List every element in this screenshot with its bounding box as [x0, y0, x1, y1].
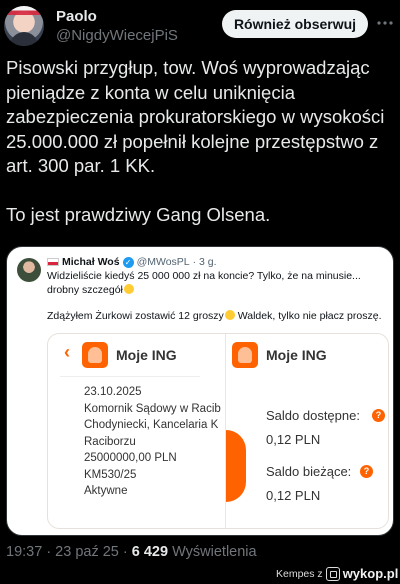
watermark-prefix: Kempes z	[276, 567, 323, 580]
tweet-header: Paolo @NigdyWiecejPiS Również obserwuj	[0, 0, 400, 48]
face-with-hand-emoji-icon	[224, 310, 235, 320]
bank-screenshot-left-panel: ‹ Moje ING 23.10.2025 Komornik Sądowy w …	[48, 334, 226, 528]
quoted-tweet-card[interactable]: Michał Woś ✓ @MWosPL · 3 g. Widzieliście…	[6, 246, 394, 536]
quoted-author-avatar[interactable]	[17, 258, 41, 282]
tweet-paragraph: Pisowski przygłup, tow. Woś wyprowadzają…	[6, 57, 385, 176]
current-balance-value: 0,12 PLN	[266, 488, 321, 503]
available-balance-label: Saldo dostępne:	[266, 408, 360, 423]
quoted-text-line: Widzieliście kiedyś 25 000 000 zł na kon…	[47, 270, 361, 296]
detail-line: Raciborzu	[84, 435, 136, 448]
views-count: 6 429	[131, 544, 169, 560]
verified-badge-icon: ✓	[122, 256, 134, 268]
author-name[interactable]: Paolo	[56, 8, 97, 25]
quoted-text-line: Zdążyłem Żurkowi zostawić 12 groszy	[47, 310, 224, 322]
detail-line: Komornik Sądowy w Racib	[84, 402, 221, 415]
tweet-paragraph: To jest prawdziwy Gang Olsena.	[6, 203, 271, 225]
orange-decoration	[226, 430, 246, 502]
detail-line: KM530/25	[84, 468, 137, 481]
author-handle[interactable]: @NigdyWiecejPiS	[56, 27, 178, 44]
ing-lion-logo-icon	[232, 342, 258, 368]
follow-back-button[interactable]: Również obserwuj	[222, 10, 368, 38]
seizure-details: 23.10.2025 Komornik Sądowy w Racib Chody…	[84, 384, 224, 500]
quoted-text-line: Waldek, tylko nie płacz proszę.	[237, 310, 382, 322]
bank-screenshot-right-panel: Moje ING Saldo dostępne: ? 0,12 PLN Sald…	[226, 334, 388, 528]
quoted-author-handle[interactable]: @MWosPL	[137, 256, 190, 268]
wykop-watermark: Kempes z wykop.pl	[276, 566, 398, 581]
wykop-logo-icon	[325, 566, 340, 581]
ing-lion-logo-icon	[82, 342, 108, 368]
tweet-text: Pisowski przygłup, tow. Woś wyprowadzają…	[6, 56, 398, 227]
tweet-meta: 19:37 · 23 paź 25 · 6 429 Wyświetlenia	[6, 544, 257, 560]
current-balance-label: Saldo bieżące:	[266, 464, 352, 479]
detail-line: Chodyniecki, Kancelaria K	[84, 419, 219, 431]
available-balance-value: 0,12 PLN	[266, 432, 321, 447]
bank-screenshot-image[interactable]: ‹ Moje ING 23.10.2025 Komornik Sądowy w …	[47, 333, 389, 529]
sweat-smile-emoji-icon	[123, 284, 134, 294]
help-icon: ?	[360, 465, 373, 478]
poland-flag-icon	[47, 258, 59, 266]
more-horizontal-icon[interactable]	[376, 14, 394, 32]
quoted-author-name[interactable]: Michał Woś	[62, 256, 120, 268]
detail-line: 23.10.2025	[84, 386, 142, 398]
app-title: Moje ING	[116, 347, 177, 363]
quoted-tweet-time: · 3 g.	[192, 256, 217, 268]
tweet-timestamp[interactable]: 19:37 · 23 paź 25 ·	[6, 544, 128, 560]
chevron-left-icon: ‹	[64, 342, 70, 362]
quoted-tweet-text: Widzieliście kiedyś 25 000 000 zł na kon…	[47, 269, 387, 323]
flag-icon	[4, 6, 44, 15]
app-title: Moje ING	[266, 347, 327, 363]
watermark-brand: wykop.pl	[342, 566, 399, 581]
views-label: Wyświetlenia	[172, 544, 257, 560]
author-avatar[interactable]	[4, 6, 44, 46]
quoted-tweet-header: Michał Woś ✓ @MWosPL · 3 g.	[47, 256, 217, 268]
detail-line: Aktywne	[84, 485, 128, 497]
detail-line: 25000000,00 PLN	[84, 452, 177, 464]
help-icon: ?	[372, 409, 385, 422]
